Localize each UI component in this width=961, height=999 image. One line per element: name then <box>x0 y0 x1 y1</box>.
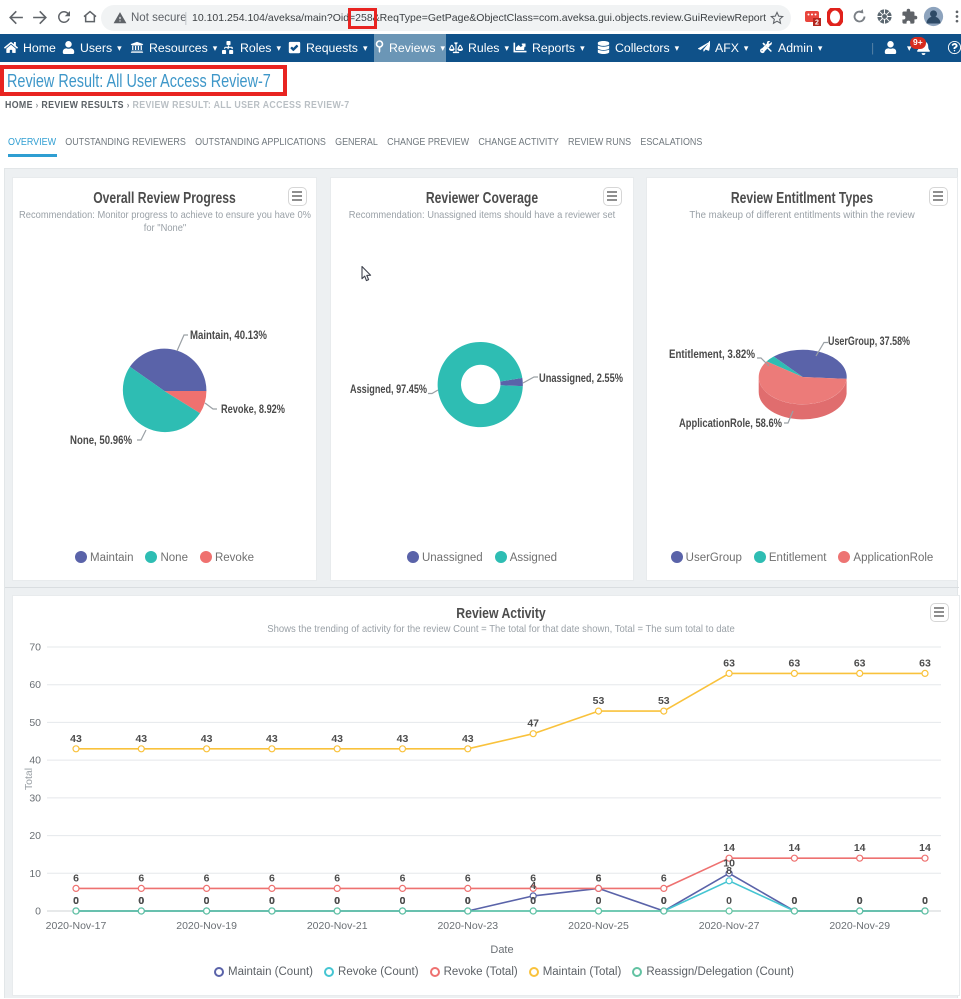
svg-text:Date: Date <box>490 944 513 956</box>
svg-text:Unassigned, 2.55%: Unassigned, 2.55% <box>539 371 623 385</box>
svg-text:0: 0 <box>791 895 797 907</box>
svg-text:30: 30 <box>29 792 41 804</box>
svg-text:None, 50.96%: None, 50.96% <box>70 433 132 447</box>
svg-text:6: 6 <box>204 872 210 884</box>
svg-text:53: 53 <box>593 695 605 707</box>
svg-text:6: 6 <box>400 872 406 884</box>
svg-text:43: 43 <box>397 733 409 745</box>
svg-text:0: 0 <box>269 895 275 907</box>
svg-text:6: 6 <box>334 872 340 884</box>
svg-text:53: 53 <box>658 695 670 707</box>
svg-text:0: 0 <box>73 895 79 907</box>
svg-text:2020-Nov-27: 2020-Nov-27 <box>699 920 760 932</box>
svg-text:0: 0 <box>334 895 340 907</box>
svg-text:6: 6 <box>73 872 79 884</box>
svg-text:0: 0 <box>661 895 667 907</box>
svg-text:2: 2 <box>815 20 819 27</box>
svg-text:10: 10 <box>29 868 41 880</box>
svg-text:6: 6 <box>596 872 602 884</box>
svg-text:63: 63 <box>854 657 866 669</box>
svg-text:6: 6 <box>661 872 667 884</box>
svg-text:63: 63 <box>919 657 931 669</box>
svg-text:14: 14 <box>919 842 931 854</box>
svg-text:43: 43 <box>462 733 474 745</box>
svg-text:6: 6 <box>465 872 471 884</box>
svg-text:0: 0 <box>465 895 471 907</box>
svg-text:0: 0 <box>726 895 732 907</box>
svg-text:47: 47 <box>527 718 539 730</box>
svg-text:Maintain, 40.13%: Maintain, 40.13% <box>190 328 267 342</box>
svg-text:6: 6 <box>530 872 536 884</box>
svg-text:Total: Total <box>23 768 35 790</box>
svg-text:2020-Nov-19: 2020-Nov-19 <box>176 920 237 932</box>
svg-text:43: 43 <box>266 733 278 745</box>
svg-text:14: 14 <box>854 842 866 854</box>
svg-text:6: 6 <box>269 872 275 884</box>
svg-text:0: 0 <box>138 895 144 907</box>
svg-text:Entitlement, 3.82%: Entitlement, 3.82% <box>669 347 755 361</box>
svg-text:43: 43 <box>201 733 213 745</box>
svg-text:43: 43 <box>135 733 147 745</box>
svg-text:0: 0 <box>857 895 863 907</box>
svg-text:ApplicationRole, 58.6%: ApplicationRole, 58.6% <box>679 416 782 430</box>
svg-text:20: 20 <box>29 830 41 842</box>
svg-text:Assigned, 97.45%: Assigned, 97.45% <box>350 382 427 396</box>
svg-text:0: 0 <box>400 895 406 907</box>
svg-text:14: 14 <box>789 842 801 854</box>
svg-text:0: 0 <box>596 895 602 907</box>
svg-text:2020-Nov-21: 2020-Nov-21 <box>307 920 368 932</box>
svg-text:8: 8 <box>726 865 732 877</box>
svg-text:2020-Nov-25: 2020-Nov-25 <box>568 920 629 932</box>
svg-text:40: 40 <box>29 755 41 767</box>
svg-text:60: 60 <box>29 679 41 691</box>
svg-text:6: 6 <box>138 872 144 884</box>
svg-text:43: 43 <box>331 733 343 745</box>
svg-text:Revoke, 8.92%: Revoke, 8.92% <box>221 402 285 416</box>
svg-text:2020-Nov-29: 2020-Nov-29 <box>829 920 890 932</box>
svg-text:2020-Nov-23: 2020-Nov-23 <box>437 920 498 932</box>
svg-text:0: 0 <box>35 906 41 918</box>
svg-text:14: 14 <box>723 842 735 854</box>
svg-text:63: 63 <box>789 657 801 669</box>
svg-text:0: 0 <box>204 895 210 907</box>
svg-text:UserGroup, 37.58%: UserGroup, 37.58% <box>828 334 910 348</box>
svg-text:0: 0 <box>530 895 536 907</box>
svg-text:2020-Nov-17: 2020-Nov-17 <box>46 920 107 932</box>
svg-text:50: 50 <box>29 717 41 729</box>
svg-text:0: 0 <box>922 895 928 907</box>
svg-text:70: 70 <box>29 642 41 654</box>
svg-text:63: 63 <box>723 657 735 669</box>
svg-text:43: 43 <box>70 733 82 745</box>
